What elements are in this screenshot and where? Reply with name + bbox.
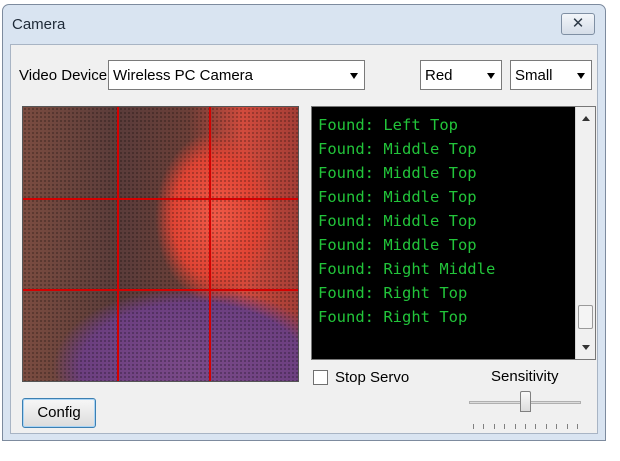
output-line: Found: Right Top — [318, 308, 468, 326]
slider-tick — [525, 424, 526, 429]
close-button[interactable]: ✕ — [561, 13, 595, 35]
slider-tick — [577, 424, 578, 429]
scroll-up-arrow-icon[interactable] — [582, 116, 590, 121]
output-lines: Found: Left Top Found: Middle Top Found: M… — [318, 113, 495, 329]
slider-tick — [483, 424, 484, 429]
color-select-value: Red — [425, 67, 453, 84]
grid-line-vertical-left — [117, 107, 119, 381]
video-device-select[interactable]: Wireless PC Camera — [108, 60, 365, 90]
slider-ticks — [473, 424, 581, 430]
stop-servo-checkbox[interactable] — [313, 370, 328, 385]
color-select[interactable]: Red — [420, 60, 502, 90]
output-line: Found: Middle Top — [318, 164, 477, 182]
output-line: Found: Left Top — [318, 116, 458, 134]
grid-line-vertical-right — [209, 107, 211, 381]
output-line: Found: Right Top — [318, 284, 468, 302]
chevron-down-icon — [350, 73, 358, 79]
size-select[interactable]: Small — [510, 60, 592, 90]
title-bar[interactable]: Camera ✕ — [3, 5, 605, 41]
slider-tick — [504, 424, 505, 429]
output-line: Found: Middle Top — [318, 236, 477, 254]
output-line: Found: Right Middle — [318, 260, 496, 278]
sensitivity-slider[interactable] — [469, 391, 587, 433]
output-line: Found: Middle Top — [318, 140, 477, 158]
slider-tick — [494, 424, 495, 429]
slider-thumb[interactable] — [520, 391, 531, 412]
sensitivity-label: Sensitivity — [491, 368, 559, 385]
video-device-label: Video Device — [19, 67, 108, 84]
video-device-value: Wireless PC Camera — [113, 67, 254, 84]
stop-servo-label: Stop Servo — [335, 369, 410, 386]
size-select-value: Small — [515, 67, 553, 84]
camera-video-feed — [22, 106, 299, 382]
window-title: Camera — [12, 16, 66, 33]
video-dither-overlay — [23, 107, 298, 381]
slider-tick — [546, 424, 547, 429]
slider-tick — [556, 424, 557, 429]
dialog-body: Video Device Wireless PC Camera Red Smal… — [10, 44, 598, 434]
output-line: Found: Middle Top — [318, 212, 477, 230]
slider-tick — [473, 424, 474, 429]
slider-tick — [567, 424, 568, 429]
chevron-down-icon — [577, 73, 585, 79]
output-line: Found: Middle Top — [318, 188, 477, 206]
grid-line-horizontal-top — [23, 198, 298, 200]
close-icon: ✕ — [571, 15, 585, 32]
chevron-down-icon — [487, 73, 495, 79]
slider-tick — [515, 424, 516, 429]
camera-window: Camera ✕ Video Device Wireless PC Camera… — [2, 4, 606, 441]
detection-output-log[interactable]: Found: Left Top Found: Middle Top Found: M… — [311, 106, 596, 360]
grid-line-horizontal-bottom — [23, 289, 298, 291]
config-button[interactable]: Config — [22, 398, 96, 428]
slider-tick — [535, 424, 536, 429]
output-scrollbar[interactable] — [575, 107, 595, 359]
scroll-thumb[interactable] — [578, 305, 593, 329]
scroll-down-arrow-icon[interactable] — [582, 345, 590, 350]
